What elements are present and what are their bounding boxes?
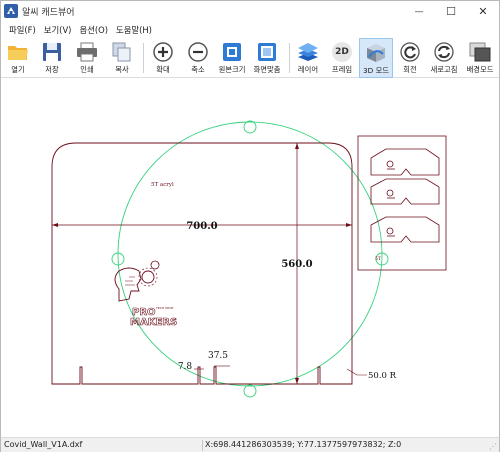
refresh-icon xyxy=(434,42,454,62)
title-bar: 알씨 캐드뷰어 — ☐ ✕ xyxy=(1,1,499,22)
menu-file[interactable]: 파일(F) xyxy=(5,22,40,38)
status-coordinates: X:698.441286303539; Y:77.1377597973832; … xyxy=(205,440,402,449)
logo-tagline: TECH SHOP xyxy=(155,306,174,310)
width-dimension-text: 700.0 xyxy=(186,221,217,232)
logo-text-makers: MAKERS xyxy=(130,317,177,328)
layer-label: 레이어 xyxy=(297,65,319,74)
refresh-label: 새로고침 xyxy=(430,65,458,74)
menu-view[interactable]: 보기(V) xyxy=(40,22,76,38)
height-dimension-text: 560.0 xyxy=(281,259,312,270)
folder-icon xyxy=(8,46,28,60)
3d-cube-icon xyxy=(367,44,385,62)
zoom-out-icon xyxy=(188,42,208,62)
app-window: 알씨 캐드뷰어 — ☐ ✕ 파일(F) 보기(V) 옵션(O) 도움말(H) 열… xyxy=(0,0,500,452)
inset-label: 5T xyxy=(375,256,381,262)
toolbar: 열기 저장 인쇄 복사 확대 축소 원본크기 화면맞춤 레이어 2D 프레임 3… xyxy=(1,38,499,78)
copy-icon xyxy=(112,42,131,62)
2d-frame-icon: 2D xyxy=(332,42,352,62)
print-label: 인쇄 xyxy=(80,65,94,74)
print-button[interactable]: 인쇄 xyxy=(72,38,102,78)
menu-help[interactable]: 도움말(H) xyxy=(112,22,156,38)
frame-button[interactable]: 2D 프레임 xyxy=(326,38,358,78)
layers-icon xyxy=(298,43,318,61)
drawing-canvas[interactable]: 700.0 560.0 37.5 7.8 50.0 R 5T acryl PRO… xyxy=(1,79,499,436)
minimize-button[interactable]: — xyxy=(403,1,435,22)
rotate-icon xyxy=(400,42,420,62)
window-title: 알씨 캐드뷰어 xyxy=(22,8,75,18)
maximize-icon: ☐ xyxy=(446,5,456,18)
3d-mode-label: 3D 모드 xyxy=(362,66,389,75)
top-marker-circle xyxy=(243,120,257,134)
fit-screen-label: 화면맞춤 xyxy=(253,65,281,74)
status-filename: Covid_Wall_V1A.dxf xyxy=(4,440,83,449)
refresh-button[interactable]: 새로고침 xyxy=(427,38,461,78)
cad-drawing: 700.0 560.0 37.5 7.8 50.0 R 5T acryl PRO… xyxy=(51,120,447,398)
copy-button[interactable]: 복사 xyxy=(107,38,137,78)
original-size-label: 원본크기 xyxy=(218,65,246,74)
floppy-disk-icon xyxy=(43,43,61,61)
height-arrow-bottom xyxy=(295,378,299,384)
app-logo-icon xyxy=(4,4,18,18)
save-label: 저장 xyxy=(45,65,59,74)
zoom-in-label: 확대 xyxy=(156,65,170,74)
printer-icon xyxy=(77,42,97,62)
open-label: 열기 xyxy=(11,65,25,74)
frame-label: 프레임 xyxy=(331,65,353,74)
background-mode-icon xyxy=(469,42,491,62)
small-dimension-text: 7.8 xyxy=(178,362,193,372)
3d-mode-button[interactable]: 3D 모드 xyxy=(359,38,393,78)
background-mode-button[interactable]: 배경모드 xyxy=(462,38,498,78)
height-arrow-top xyxy=(295,143,299,149)
rotate-label: 회전 xyxy=(403,65,417,74)
toolbar-separator xyxy=(289,43,290,73)
radius-text: 50.0 R xyxy=(368,371,397,381)
original-size-icon xyxy=(223,43,241,61)
zoom-in-icon xyxy=(153,42,173,62)
status-divider xyxy=(202,440,203,451)
resize-grip-icon[interactable]: ⋰ xyxy=(489,442,497,451)
status-bar: Covid_Wall_V1A.dxf X:698.441286303539; Y… xyxy=(1,437,499,452)
open-button[interactable]: 열기 xyxy=(3,38,33,78)
save-button[interactable]: 저장 xyxy=(37,38,67,78)
close-icon: ✕ xyxy=(478,5,488,18)
zoom-out-label: 축소 xyxy=(191,65,205,74)
width-arrow-right xyxy=(346,223,352,227)
close-button[interactable]: ✕ xyxy=(467,1,499,22)
fit-screen-icon xyxy=(258,43,276,61)
toolbar-separator xyxy=(143,43,144,73)
radius-leader xyxy=(346,368,367,376)
rotate-button[interactable]: 회전 xyxy=(395,38,425,78)
inset-part xyxy=(370,148,440,243)
zoom-in-button[interactable]: 확대 xyxy=(148,38,178,78)
background-mode-label: 배경모드 xyxy=(466,65,494,74)
fit-screen-button[interactable]: 화면맞춤 xyxy=(249,38,285,78)
menu-options[interactable]: 옵션(O) xyxy=(75,22,112,38)
bottom-marker-circle xyxy=(243,384,257,398)
maximize-button[interactable]: ☐ xyxy=(435,1,467,22)
original-size-button[interactable]: 원본크기 xyxy=(214,38,250,78)
minimize-icon: — xyxy=(414,6,424,17)
construction-circle xyxy=(117,121,383,387)
copy-label: 복사 xyxy=(115,65,129,74)
zoom-out-button[interactable]: 축소 xyxy=(183,38,213,78)
slot-dimension-text: 37.5 xyxy=(208,351,228,361)
layer-button[interactable]: 레이어 xyxy=(292,38,324,78)
width-arrow-left xyxy=(52,223,58,227)
menu-bar: 파일(F) 보기(V) 옵션(O) 도움말(H) xyxy=(1,22,499,38)
material-note: 5T acryl xyxy=(151,182,174,188)
